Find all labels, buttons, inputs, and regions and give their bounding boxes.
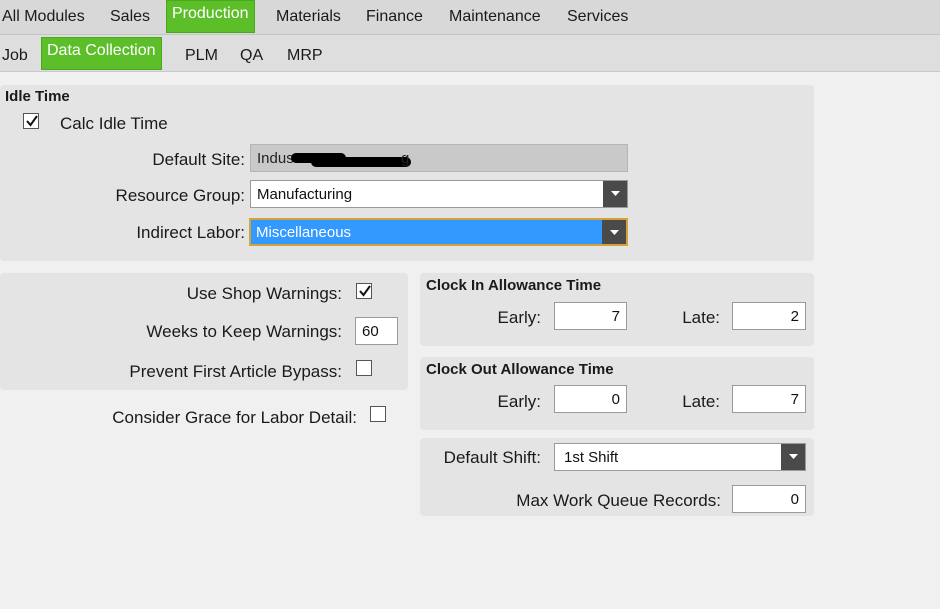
idle-time-title: Idle Time [5,88,70,105]
checkmark-icon [359,285,371,297]
default-site-suffix: g [401,150,410,167]
indirect-labor-value: Miscellaneous [256,224,352,241]
chevron-down-icon [789,454,798,459]
prevent-first-article-label: Prevent First Article Bypass: [129,362,342,381]
default-site-label: Default Site: [152,150,245,169]
tab-all-modules[interactable]: All Modules [2,8,85,26]
indirect-labor-label: Indirect Labor: [136,223,245,242]
default-shift-combo[interactable]: 1st Shift [554,443,806,471]
tab-production[interactable]: Production [166,0,255,33]
clock-out-title: Clock Out Allowance Time [426,361,614,378]
use-shop-warnings-checkbox[interactable] [356,283,372,299]
resource-group-value: Manufacturing [257,186,353,203]
consider-grace-checkbox[interactable] [370,406,386,422]
default-shift-value: 1st Shift [564,449,619,466]
use-shop-warnings-label: Use Shop Warnings: [186,284,342,303]
consider-grace-label: Consider Grace for Labor Detail: [112,408,357,427]
checkmark-icon [26,115,38,127]
clock-out-early-input[interactable] [554,385,627,413]
prevent-first-article-checkbox[interactable] [356,360,372,376]
clock-in-title: Clock In Allowance Time [426,277,602,294]
tab-data-collection[interactable]: Data Collection [41,37,162,70]
tab-job[interactable]: Job [2,47,28,65]
redaction-mark [311,157,411,167]
tab-finance[interactable]: Finance [366,8,423,26]
weeks-to-keep-label: Weeks to Keep Warnings: [146,322,342,341]
clock-in-early-label: Early: [497,308,541,327]
calc-idle-time-label: Calc Idle Time [60,114,168,133]
tab-maintenance[interactable]: Maintenance [449,8,541,26]
tab-materials[interactable]: Materials [276,8,341,26]
clock-out-late-input[interactable] [732,385,806,413]
weeks-to-keep-input[interactable] [355,317,398,345]
max-work-queue-label: Max Work Queue Records: [516,491,721,510]
default-shift-label: Default Shift: [443,448,541,467]
tab-qa[interactable]: QA [240,47,263,65]
clock-out-late-label: Late: [682,392,720,411]
resource-group-label: Resource Group: [115,186,245,205]
tab-services[interactable]: Services [567,8,628,26]
resource-group-combo[interactable]: Manufacturing [250,180,628,208]
module-menu-bar: All Modules Sales Production Materials F… [0,0,940,35]
submodule-menu-bar: Job Data Collection PLM QA MRP [0,35,940,72]
tab-mrp[interactable]: MRP [287,47,323,65]
calc-idle-time-checkbox[interactable] [23,113,39,129]
tab-sales[interactable]: Sales [110,8,150,26]
default-shift-dropdown-button[interactable] [781,444,805,470]
clock-in-late-label: Late: [682,308,720,327]
max-work-queue-input[interactable] [732,485,806,513]
chevron-down-icon [611,191,620,196]
tab-plm[interactable]: PLM [185,47,218,65]
resource-group-dropdown-button[interactable] [603,181,627,207]
clock-in-late-input[interactable] [732,302,806,330]
indirect-labor-combo[interactable]: Miscellaneous [249,218,628,246]
clock-out-early-label: Early: [497,392,541,411]
clock-in-early-input[interactable] [554,302,627,330]
chevron-down-icon [610,230,619,235]
default-site-field: Indust g [250,144,628,172]
indirect-labor-dropdown-button[interactable] [602,220,626,244]
